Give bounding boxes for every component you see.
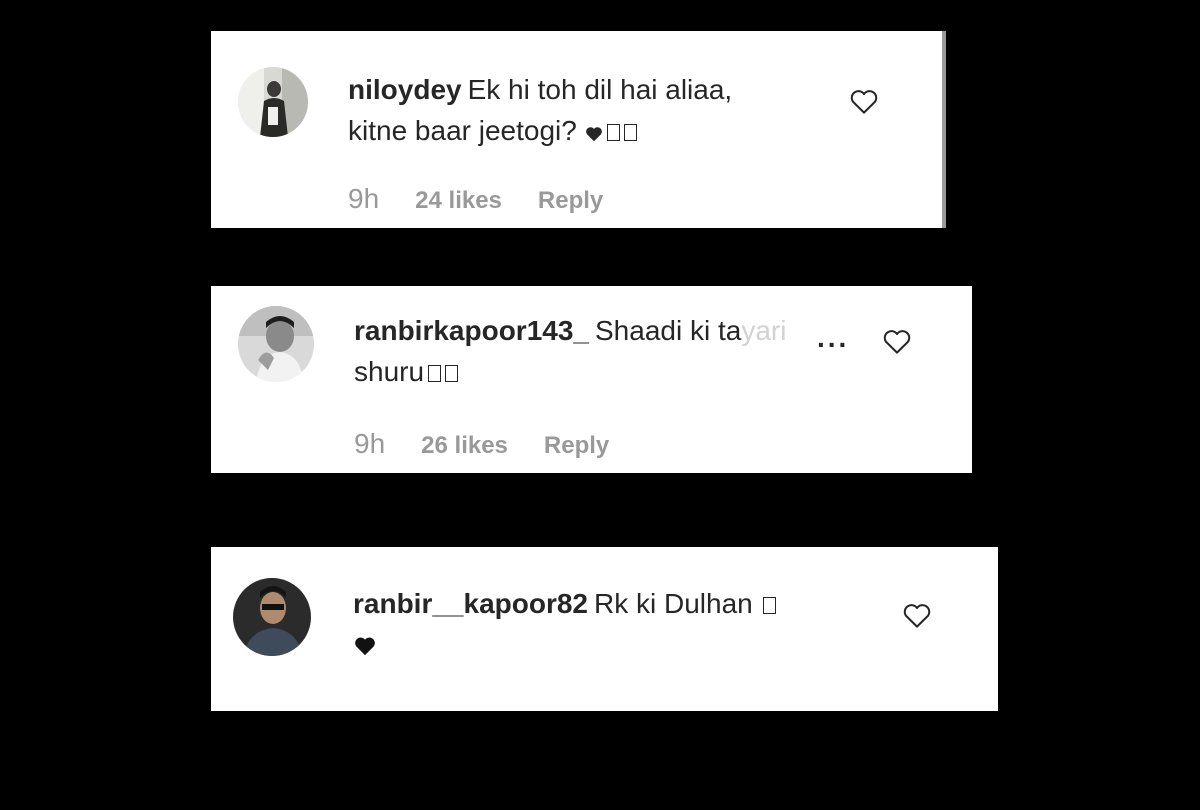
comment-username[interactable]: ranbir__kapoor82 — [353, 588, 588, 619]
comment-meta: 9h 26 likes Reply — [354, 428, 609, 460]
comment-body-line1: Ek hi toh dil hai aliaa, — [467, 74, 733, 105]
avatar[interactable] — [238, 67, 308, 137]
comment-text: ranbir__kapoor82 Rk ki Dulhan — [353, 583, 776, 667]
comment-username[interactable]: niloydey — [348, 74, 462, 105]
comment-body-line2: kitne baar jeetogi? — [348, 115, 577, 146]
comment-body-line1: Rk ki Dulhan — [594, 588, 753, 619]
comment-time[interactable]: 9h — [354, 428, 385, 460]
comment-text: niloydey Ek hi toh dil hai aliaa, kitne b… — [348, 69, 732, 153]
emoji-box-glyph — [606, 124, 620, 142]
emoji-box-glyph — [445, 365, 459, 383]
heart-outline-icon[interactable] — [902, 601, 932, 631]
comment-card: niloydey Ek hi toh dil hai aliaa, kitne b… — [211, 31, 946, 228]
comment-text: ranbirkapoor143_ Shaadi ki tayari shuru — [354, 310, 786, 392]
heart-outline-icon[interactable] — [849, 87, 879, 117]
comment-body-line1: Shaadi ki ta — [595, 315, 742, 346]
comment-meta: 9h 24 likes Reply — [348, 183, 603, 215]
comment-card: ranbir__kapoor82 Rk ki Dulhan — [211, 547, 998, 711]
reply-button[interactable]: Reply — [538, 187, 603, 215]
avatar[interactable] — [238, 306, 314, 382]
comment-body-faded: yari — [741, 315, 787, 346]
emoji-box-glyph — [762, 597, 776, 615]
heart-icon — [353, 626, 377, 667]
comment-body-line2: shuru — [354, 356, 425, 387]
more-button[interactable]: ... — [817, 322, 849, 354]
avatar[interactable] — [233, 578, 311, 656]
emoji-box-glyph — [623, 124, 637, 142]
comment-time[interactable]: 9h — [348, 183, 379, 215]
emoji-box-glyph — [428, 365, 442, 383]
reply-button[interactable]: Reply — [544, 432, 609, 460]
comment-username[interactable]: ranbirkapoor143_ — [354, 315, 589, 346]
heart-icon — [585, 112, 603, 153]
comment-likes[interactable]: 24 likes — [415, 187, 502, 215]
comment-card: ranbirkapoor143_ Shaadi ki tayari shuru .… — [211, 286, 972, 473]
heart-outline-icon[interactable] — [882, 327, 912, 357]
comment-likes[interactable]: 26 likes — [421, 432, 508, 460]
